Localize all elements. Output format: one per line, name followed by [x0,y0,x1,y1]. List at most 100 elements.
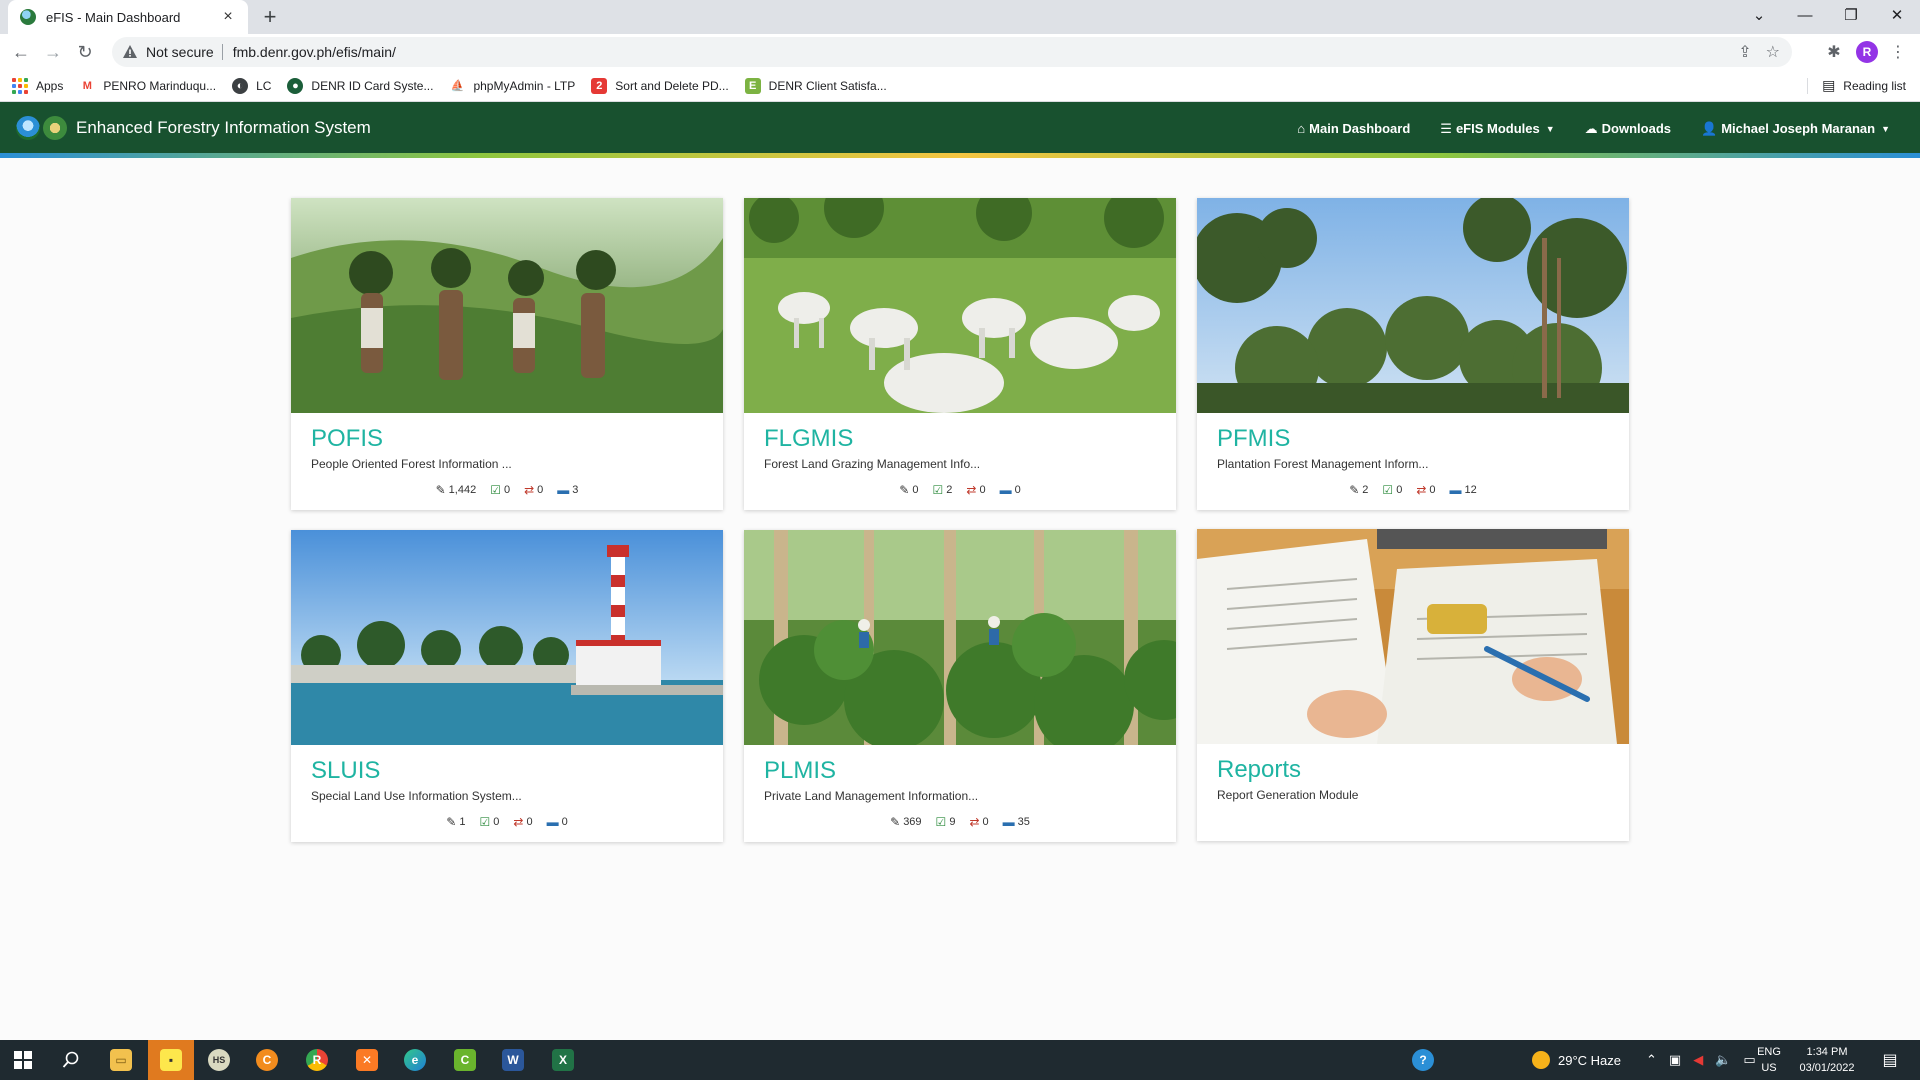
stat-applications[interactable]: ✎ 1 [446,815,465,829]
stat-pending[interactable]: ▬ 12 [1450,483,1477,497]
bookmarks-bar: Apps M PENRO Marinduqu... ◐ LC ● DENR ID… [0,70,1920,102]
tab-search-icon[interactable]: ⌄ [1736,0,1782,30]
brand[interactable]: Enhanced Forestry Information System [16,116,371,140]
stat-pending[interactable]: ▬ 0 [1000,483,1021,497]
clock[interactable]: 1:34 PM 03/01/2022 [1792,1044,1862,1076]
edge-icon[interactable]: e [392,1040,438,1080]
stat-transfers[interactable]: ⇄ 0 [513,815,532,829]
module-card-pofis[interactable]: POFIS People Oriented Forest Information… [291,198,723,510]
stat-transfers[interactable]: ⇄ 0 [524,483,543,497]
card-stats: ✎ 369 ☑ 9 ⇄ 0 ▬ 35 [764,815,1156,829]
meet-now-icon[interactable]: ▣ [1669,1052,1681,1068]
reading-list-button[interactable]: ▤ Reading list [1822,77,1906,94]
address-bar[interactable]: Not secure fmb.denr.gov.ph/efis/main/ ⇪ … [112,37,1792,67]
bookmark-apps[interactable]: Apps [12,77,63,94]
weather-widget[interactable]: 29°C Haze [1532,1040,1621,1080]
sticky-notes-icon[interactable]: ▪ [148,1040,194,1080]
chevron-up-icon[interactable]: ⌃ [1646,1052,1657,1068]
module-card-sluis[interactable]: SLUIS Special Land Use Information Syste… [291,530,723,842]
card-title[interactable]: SLUIS [311,757,703,785]
card-title[interactable]: FLGMIS [764,425,1156,453]
reports-image [1197,529,1629,744]
module-card-plmis[interactable]: PLMIS Private Land Management Informatio… [744,530,1176,842]
hs-icon[interactable]: HS [196,1040,242,1080]
new-tab-button[interactable]: + [258,6,282,30]
stat-transfers[interactable]: ⇄ 0 [969,815,988,829]
stat-applications[interactable]: ✎ 369 [890,815,921,829]
bookmark-penro[interactable]: M PENRO Marinduqu... [79,78,216,94]
card-title[interactable]: PFMIS [1217,425,1609,453]
ccleaner-icon[interactable]: C [244,1040,290,1080]
close-window-icon[interactable]: ✕ [1874,0,1920,30]
stat-pending[interactable]: ▬ 0 [547,815,568,829]
module-card-flgmis[interactable]: FLGMIS Forest Land Grazing Management In… [744,198,1176,510]
xampp-icon[interactable]: ✕ [344,1040,390,1080]
notifications-icon[interactable]: ▤ [1870,1040,1910,1080]
bookmark-phpmyadmin[interactable]: ⛵ phpMyAdmin - LTP [449,78,576,94]
browser-toolbar: ← → ↻ Not secure fmb.denr.gov.ph/efis/ma… [0,34,1920,70]
stat-approved[interactable]: ☑ 2 [932,483,952,497]
warning-icon [123,45,137,58]
card-subtitle: Plantation Forest Management Inform... [1217,457,1429,471]
nav-efis-modules[interactable]: ☰ eFIS Modules ▼ [1440,121,1554,137]
file-explorer-icon[interactable]: ▭ [98,1040,144,1080]
stat-value: 12 [1464,484,1477,496]
stat-transfers[interactable]: ⇄ 0 [966,483,985,497]
transfer-icon: ⇄ [1416,483,1427,497]
browser-tab[interactable]: eFIS - Main Dashboard × [8,0,248,34]
denr-seal-icon [43,116,67,140]
tab-close-icon[interactable]: × [218,7,238,27]
bookmark-lc[interactable]: ◐ LC [232,77,271,94]
url-text[interactable]: fmb.denr.gov.ph/efis/main/ [233,44,396,60]
input-language[interactable]: ENG US [1754,1044,1784,1076]
nav-user-menu[interactable]: 👤 Michael Joseph Maranan ▼ [1701,121,1890,137]
volume-muted-icon[interactable]: 🔈 [1715,1052,1731,1068]
bookmark-denr-id[interactable]: ● DENR ID Card Syste... [287,77,433,94]
stat-value: 0 [503,484,511,496]
stat-value: 0 [537,484,544,496]
reading-list-separator [1807,78,1808,94]
extensions-icon[interactable]: ✱ [1822,39,1846,65]
security-label[interactable]: Not secure [146,44,214,60]
search-icon[interactable] [48,1040,94,1080]
bookmark-denr-client[interactable]: E DENR Client Satisfa... [744,77,887,94]
stat-pending[interactable]: ▬ 35 [1003,815,1030,829]
reload-icon[interactable]: ↻ [72,39,98,65]
word-icon[interactable]: W [490,1040,536,1080]
menu-icon[interactable]: ⋮ [1886,39,1910,65]
stat-applications[interactable]: ✎ 2 [1349,483,1368,497]
module-card-reports[interactable]: Reports Report Generation Module [1197,529,1629,841]
excel-icon[interactable]: X [540,1040,586,1080]
stat-pending[interactable]: ▬ 3 [557,483,578,497]
stat-approved[interactable]: ☑ 9 [936,815,956,829]
card-subtitle: People Oriented Forest Information ... [311,457,512,471]
stat-approved[interactable]: ☑ 0 [1382,483,1402,497]
share-icon[interactable]: ⇪ [1738,42,1751,62]
nav-main-dashboard[interactable]: ⌂ Main Dashboard [1297,121,1410,136]
stat-applications[interactable]: ✎ 1,442 [436,483,477,497]
antivirus-icon[interactable]: ◀ [1693,1052,1703,1068]
stat-approved[interactable]: ☑ 0 [479,815,499,829]
camtasia-icon[interactable]: C [442,1040,488,1080]
bookmark-sort-delete[interactable]: 2 Sort and Delete PD... [591,77,729,94]
stat-transfers[interactable]: ⇄ 0 [1416,483,1435,497]
stat-value: 0 [1396,484,1403,496]
restore-icon[interactable]: ❐ [1828,0,1874,30]
card-title[interactable]: POFIS [311,425,703,453]
card-title[interactable]: Reports [1217,756,1609,784]
help-icon[interactable]: ? [1412,1040,1434,1080]
forward-icon[interactable]: → [40,39,66,65]
nav-downloads[interactable]: ☁ Downloads [1585,121,1671,137]
profile-avatar[interactable]: R [1854,39,1880,65]
briefcase-icon: ▬ [557,483,570,497]
module-card-pfmis[interactable]: PFMIS Plantation Forest Management Infor… [1197,198,1629,510]
bookmark-label: phpMyAdmin - LTP [473,78,576,93]
chrome-icon[interactable]: R [294,1040,340,1080]
minimize-icon[interactable]: — [1782,0,1828,30]
back-icon[interactable]: ← [8,39,34,65]
stat-approved[interactable]: ☑ 0 [490,483,510,497]
stat-applications[interactable]: ✎ 0 [899,483,918,497]
star-icon[interactable]: ☆ [1766,42,1780,62]
windows-start-icon[interactable] [0,1040,46,1080]
card-title[interactable]: PLMIS [764,757,1156,785]
